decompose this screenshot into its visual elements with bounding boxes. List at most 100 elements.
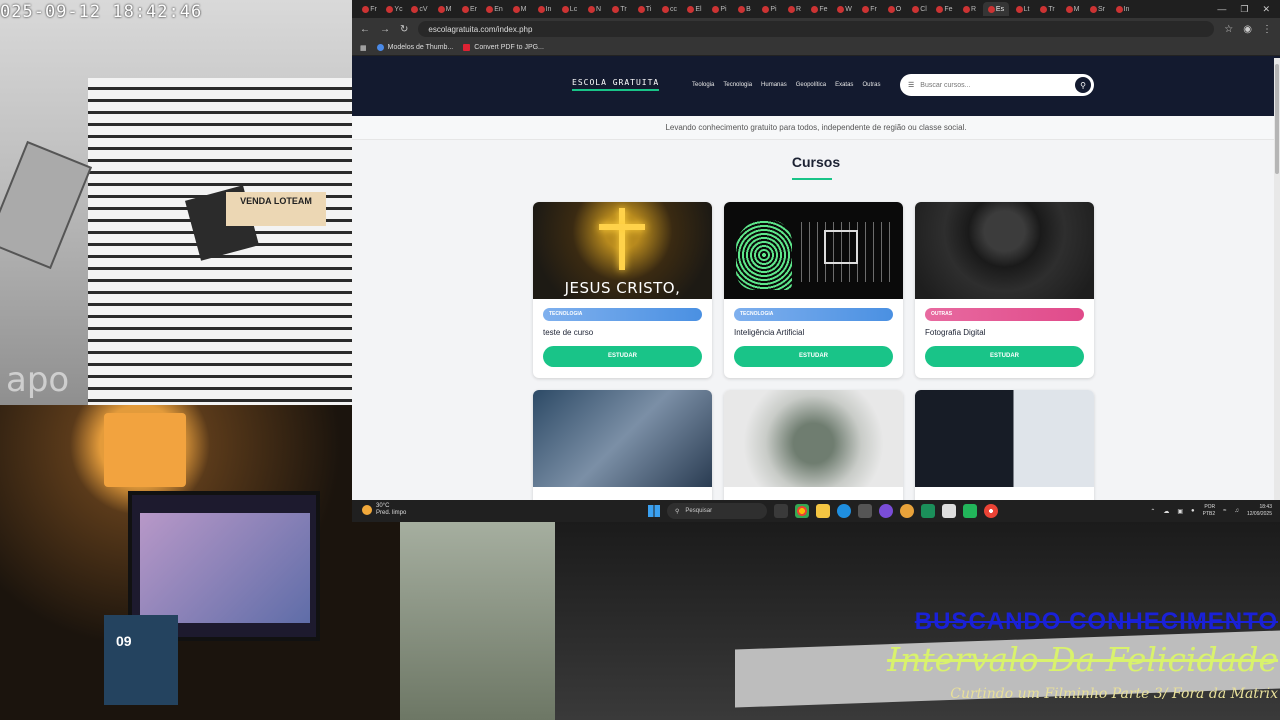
address-bar[interactable]: escolagratuita.com/index.php (418, 21, 1215, 37)
browser-tab[interactable]: En (483, 2, 506, 16)
browser-tab[interactable]: cc (658, 2, 681, 16)
desk-monitor-screen (140, 513, 310, 623)
browser-tab[interactable]: Er (458, 2, 481, 16)
cloud-icon[interactable]: ☁ (1163, 508, 1169, 515)
reload-icon[interactable]: ↻ (400, 24, 408, 35)
app-icon[interactable] (879, 504, 893, 518)
browser-tab[interactable]: Fr (358, 2, 381, 16)
study-button[interactable]: ESTUDAR (925, 346, 1084, 367)
scrollbar-thumb[interactable] (1275, 64, 1279, 174)
tray-chevron-icon[interactable]: ⌃ (1150, 508, 1155, 515)
browser-tab[interactable]: Cl (908, 2, 931, 16)
browser-tab[interactable]: Yc (383, 2, 406, 16)
bookmark-label: Convert PDF to JPG... (474, 44, 544, 51)
course-card[interactable]: TECNOLOGIA Inteligência Artificial ESTUD… (724, 202, 903, 378)
category-badge: TECNOLOGIA (543, 308, 702, 321)
search-button[interactable]: ⚲ (1075, 77, 1091, 93)
taskbar-clock[interactable]: 18:43 12/09/2025 (1247, 504, 1272, 518)
nav-outras[interactable]: Outras (862, 82, 880, 88)
browser-tab[interactable]: Pi (708, 2, 731, 16)
chrome-alt-icon[interactable] (984, 504, 998, 518)
chrome-icon[interactable] (795, 504, 809, 518)
browser-tab[interactable]: M (1061, 2, 1084, 16)
volume-icon[interactable]: ♫ (1234, 508, 1239, 514)
course-card[interactable] (915, 390, 1094, 500)
tab-favicon-icon (987, 5, 995, 13)
course-card[interactable] (533, 390, 712, 500)
bookmark-favicon-icon (463, 44, 471, 51)
minimize-icon[interactable]: — (1217, 4, 1226, 15)
tab-favicon-icon (687, 5, 695, 13)
browser-tab[interactable]: O (883, 2, 906, 16)
network-icon[interactable]: ▣ (1177, 508, 1183, 515)
app-icon-3[interactable] (921, 504, 935, 518)
taskbar-search[interactable]: ⚲ Pesquisar (667, 503, 767, 519)
tab-favicon-icon (887, 5, 895, 13)
course-card[interactable] (724, 390, 903, 500)
close-icon[interactable]: ✕ (1262, 4, 1270, 15)
tab-label: Sr (1098, 5, 1105, 13)
nav-exatas[interactable]: Exatas (835, 82, 853, 88)
browser-tab[interactable]: Fr (858, 2, 881, 16)
file-explorer-icon[interactable] (816, 504, 830, 518)
bookmark-item[interactable]: Modelos de Thumb... (376, 44, 453, 51)
bookmark-star-icon[interactable]: ☆ (1224, 24, 1233, 35)
windows-start-icon[interactable] (648, 505, 660, 517)
browser-tab[interactable]: In (1111, 2, 1134, 16)
tab-favicon-icon (612, 5, 620, 13)
browser-tab[interactable]: In (533, 2, 556, 16)
browser-tab[interactable]: Tr (1036, 2, 1059, 16)
nav-teologia[interactable]: Teologia (692, 82, 714, 88)
apps-grid-icon[interactable]: ▦ (360, 44, 367, 52)
browser-tab[interactable]: Fe (808, 2, 831, 16)
lamp (104, 413, 186, 487)
restore-icon[interactable]: ❐ (1240, 4, 1248, 15)
study-button[interactable]: ESTUDAR (734, 346, 893, 367)
app-icon-2[interactable] (900, 504, 914, 518)
browser-tab[interactable]: Tr (608, 2, 631, 16)
wifi-icon[interactable]: ≈ (1223, 508, 1226, 514)
site-logo[interactable]: ESCOLA GRATUITA (572, 78, 660, 91)
browser-tab[interactable]: M (508, 2, 531, 16)
course-card[interactable]: JESUS CRISTO, TECNOLOGIA teste de curso … (533, 202, 712, 378)
browser-tab[interactable]: El (683, 2, 706, 16)
browser-tab[interactable]: R (958, 2, 981, 16)
back-icon[interactable]: ← (360, 24, 370, 35)
search-input[interactable] (920, 81, 1061, 89)
menu-icon[interactable]: ⋮ (1262, 24, 1272, 35)
browser-tab[interactable]: Lt (1011, 2, 1034, 16)
edge-icon[interactable] (837, 504, 851, 518)
bookmark-item[interactable]: Convert PDF to JPG... (463, 44, 544, 51)
title-underline (792, 178, 832, 180)
language-indicator[interactable]: POR PTB2 (1203, 504, 1216, 518)
browser-tab[interactable]: Es (983, 2, 1009, 16)
tab-favicon-icon (561, 5, 569, 13)
browser-tab[interactable]: Pi (758, 2, 781, 16)
forward-icon[interactable]: → (380, 24, 390, 35)
tab-favicon-icon (1015, 5, 1023, 13)
browser-tab[interactable]: B (733, 2, 756, 16)
browser-tab[interactable]: Fe (933, 2, 956, 16)
course-image-text: JESUS CRISTO, (564, 279, 681, 297)
weather-widget[interactable]: 30°C Pred. limpo (362, 503, 406, 517)
page-scrollbar[interactable] (1274, 58, 1280, 500)
obs-icon[interactable] (942, 504, 956, 518)
nav-geopolitica[interactable]: Geopolítica (796, 82, 826, 88)
browser-tab[interactable]: Ti (633, 2, 656, 16)
browser-tab[interactable]: cV (408, 2, 431, 16)
browser-tab[interactable]: M (433, 2, 456, 16)
browser-tab[interactable]: W (833, 2, 856, 16)
browser-tab[interactable]: Sr (1086, 2, 1109, 16)
course-card[interactable]: OUTRAS Fotografia Digital ESTUDAR (915, 202, 1094, 378)
browser-tab[interactable]: Lc (558, 2, 581, 16)
browser-tab[interactable]: R (783, 2, 806, 16)
nav-tecnologia[interactable]: Tecnologia (723, 82, 752, 88)
app-icon-4[interactable] (963, 504, 977, 518)
task-view-icon[interactable] (774, 504, 788, 518)
store-icon[interactable] (858, 504, 872, 518)
browser-tab[interactable]: N (583, 2, 606, 16)
study-button[interactable]: ESTUDAR (543, 346, 702, 367)
profile-icon[interactable]: ◉ (1243, 24, 1252, 35)
mic-icon[interactable]: ● (1191, 508, 1195, 514)
nav-humanas[interactable]: Humanas (761, 82, 787, 88)
